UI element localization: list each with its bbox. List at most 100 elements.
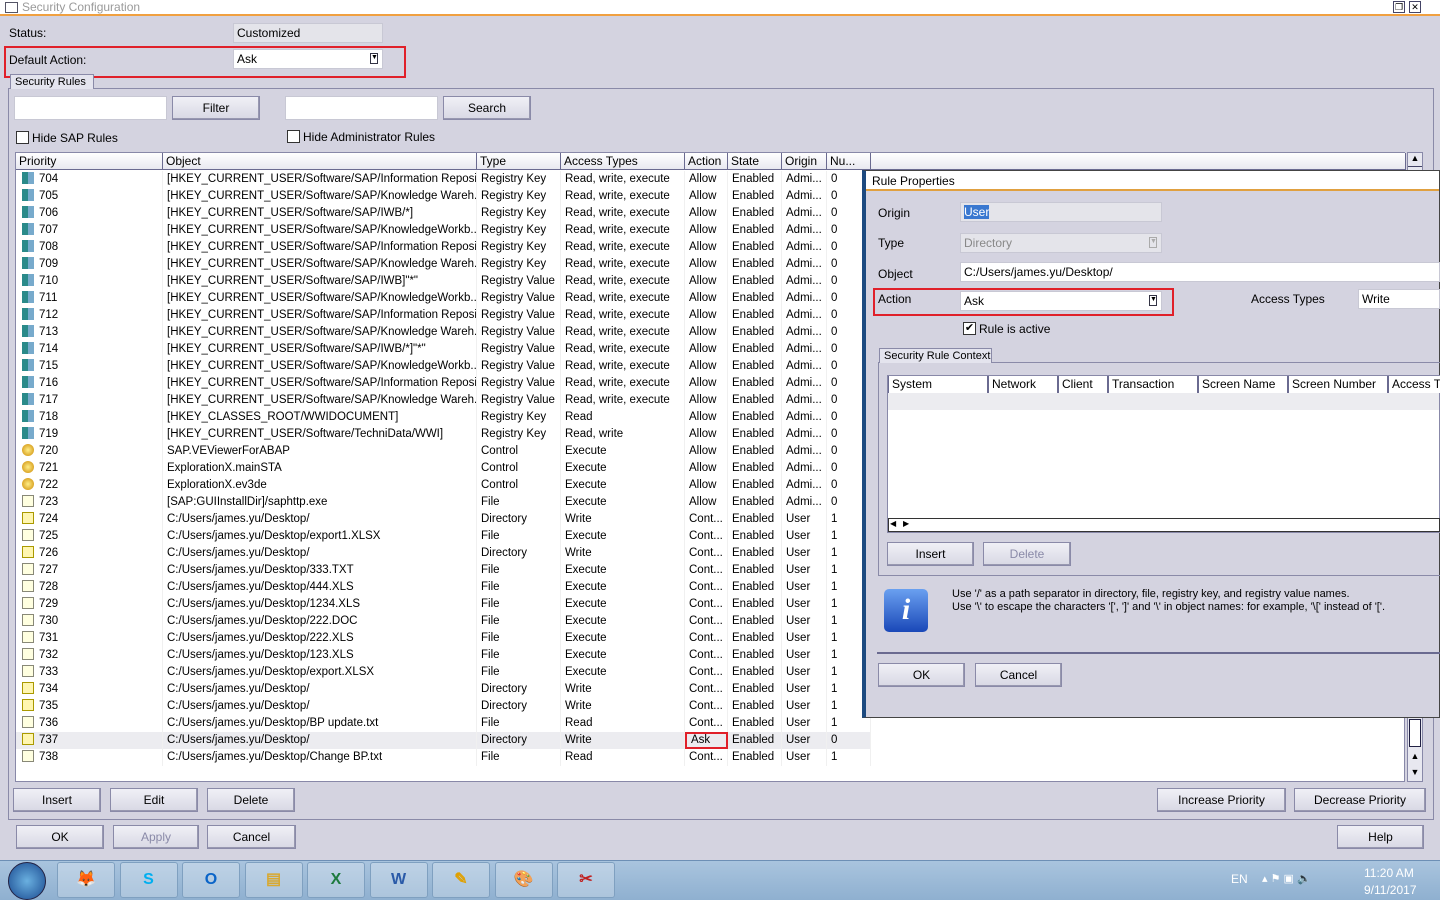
table-row[interactable]: 735 C:/Users/james.yu/Desktop/Directory Wr… bbox=[16, 698, 871, 715]
table-row[interactable]: 706 [HKEY_CURRENT_USER/Software/SAP/IWB/*… bbox=[16, 205, 871, 222]
language-indicator[interactable]: EN bbox=[1231, 872, 1248, 886]
scroll-thumb[interactable] bbox=[1409, 719, 1421, 747]
table-row[interactable]: 711 [HKEY_CURRENT_USER/Software/SAP/Knowl… bbox=[16, 290, 871, 307]
scroll-right-icon[interactable]: ▶ bbox=[903, 519, 909, 528]
table-row[interactable]: 736 C:/Users/james.yu/Desktop/BP update.t… bbox=[16, 715, 871, 732]
restore-button[interactable]: ❐ bbox=[1393, 1, 1405, 13]
table-row[interactable]: 710 [HKEY_CURRENT_USER/Software/SAP/IWB]"… bbox=[16, 273, 871, 290]
context-column-header[interactable]: Client bbox=[1058, 376, 1108, 393]
context-column-header[interactable]: System bbox=[888, 376, 988, 393]
filter-input[interactable] bbox=[14, 96, 167, 120]
context-column-header[interactable]: Access T bbox=[1388, 376, 1440, 393]
scroll-up-small-icon[interactable]: ▲ bbox=[1408, 751, 1422, 765]
table-row[interactable]: 723 [SAP:GUIInstallDir]/saphttp.exe File Ex… bbox=[16, 494, 871, 511]
paint-icon[interactable]: 🎨 bbox=[494, 862, 553, 898]
delete-button[interactable]: Delete bbox=[207, 788, 295, 812]
table-row[interactable]: 734 C:/Users/james.yu/Desktop/Directory Wr… bbox=[16, 681, 871, 698]
tray-icons[interactable]: ▴ ⚑ ▣ 🔈 bbox=[1262, 872, 1311, 885]
skype-icon[interactable]: S bbox=[119, 862, 178, 898]
help-button[interactable]: Help bbox=[1337, 825, 1424, 849]
edit-button[interactable]: Edit bbox=[110, 788, 198, 812]
table-row[interactable]: 727 C:/Users/james.yu/Desktop/333.TXT File… bbox=[16, 562, 871, 579]
table-row[interactable]: 704 [HKEY_CURRENT_USER/Software/SAP/Infor… bbox=[16, 171, 871, 188]
dialog-ok-button[interactable]: OK bbox=[878, 663, 965, 687]
default-action-select[interactable]: Ask ▼ bbox=[233, 49, 383, 69]
column-header-priority[interactable]: Priority bbox=[16, 153, 163, 170]
table-row[interactable]: 729 C:/Users/james.yu/Desktop/1234.XLS Fil… bbox=[16, 596, 871, 613]
dialog-cancel-button[interactable]: Cancel bbox=[975, 663, 1062, 687]
table-row[interactable]: 714 [HKEY_CURRENT_USER/Software/SAP/IWB/*… bbox=[16, 341, 871, 358]
context-empty-row[interactable] bbox=[888, 393, 1439, 410]
column-header-origin[interactable]: Origin bbox=[782, 153, 827, 170]
cancel-button[interactable]: Cancel bbox=[207, 825, 296, 849]
table-row[interactable]: 733 C:/Users/james.yu/Desktop/export.XLSX… bbox=[16, 664, 871, 681]
column-header-access-types[interactable]: Access Types bbox=[561, 153, 685, 170]
start-button[interactable] bbox=[8, 862, 46, 900]
sap-logon-icon[interactable]: ✎ bbox=[432, 862, 490, 898]
table-row[interactable]: 713 [HKEY_CURRENT_USER/Software/SAP/Knowl… bbox=[16, 324, 871, 341]
table-row[interactable]: 717 [HKEY_CURRENT_USER/Software/SAP/Knowl… bbox=[16, 392, 871, 409]
table-row[interactable]: 718 [HKEY_CLASSES_ROOT/WWIDOCUMENT] Regist… bbox=[16, 409, 871, 426]
table-row[interactable]: 715 [HKEY_CURRENT_USER/Software/SAP/Knowl… bbox=[16, 358, 871, 375]
increase-priority-button[interactable]: Increase Priority bbox=[1157, 788, 1286, 812]
table-row[interactable]: 732 C:/Users/james.yu/Desktop/123.XLS File… bbox=[16, 647, 871, 664]
scroll-up-icon[interactable]: ▲ bbox=[1408, 153, 1422, 167]
column-header-action[interactable]: Action bbox=[685, 153, 728, 170]
access-types-field[interactable]: Write bbox=[1358, 289, 1440, 309]
table-row[interactable]: 705 [HKEY_CURRENT_USER/Software/SAP/Knowl… bbox=[16, 188, 871, 205]
table-row[interactable]: 722 ExplorationX.ev3de Control Execute Allow… bbox=[16, 477, 871, 494]
context-insert-button[interactable]: Insert bbox=[887, 542, 974, 566]
search-button[interactable]: Search bbox=[443, 96, 531, 120]
clock-date[interactable]: 9/11/2017 bbox=[1364, 883, 1417, 897]
clock-time[interactable]: 11:20 AM bbox=[1364, 866, 1414, 880]
table-row[interactable]: 707 [HKEY_CURRENT_USER/Software/SAP/Knowl… bbox=[16, 222, 871, 239]
tab-security-rules[interactable]: Security Rules bbox=[10, 74, 94, 89]
context-column-header[interactable]: Network bbox=[988, 376, 1058, 393]
table-row[interactable]: 728 C:/Users/james.yu/Desktop/444.XLS File… bbox=[16, 579, 871, 596]
excel-icon[interactable]: X bbox=[307, 862, 365, 898]
table-row[interactable]: 737 C:/Users/james.yu/Desktop/Directory Wr… bbox=[16, 732, 871, 749]
context-column-header[interactable]: Screen Name bbox=[1198, 376, 1288, 393]
decrease-priority-button[interactable]: Decrease Priority bbox=[1294, 788, 1426, 812]
close-button[interactable]: ✕ bbox=[1409, 1, 1421, 13]
object-input[interactable]: C:/Users/james.yu/Desktop/ bbox=[960, 262, 1440, 282]
column-header-type[interactable]: Type bbox=[477, 153, 561, 170]
table-row[interactable]: 708 [HKEY_CURRENT_USER/Software/SAP/Infor… bbox=[16, 239, 871, 256]
hide-admin-checkbox[interactable] bbox=[287, 130, 300, 143]
table-row[interactable]: 719 [HKEY_CURRENT_USER/Software/TechniDat… bbox=[16, 426, 871, 443]
search-input[interactable] bbox=[285, 96, 438, 120]
tab-security-rule-context[interactable]: Security Rule Context bbox=[879, 348, 992, 363]
table-row[interactable]: 726 C:/Users/james.yu/Desktop/Directory Wr… bbox=[16, 545, 871, 562]
column-header-object[interactable]: Object bbox=[163, 153, 477, 170]
word-icon[interactable]: W bbox=[369, 862, 428, 898]
hide-sap-checkbox[interactable] bbox=[16, 131, 29, 144]
table-row[interactable]: 720 SAP.VEViewerForABAP Control Execute Allo… bbox=[16, 443, 871, 460]
scroll-down-icon[interactable]: ▼ bbox=[1408, 767, 1422, 781]
table-row[interactable]: 712 [HKEY_CURRENT_USER/Software/SAP/Infor… bbox=[16, 307, 871, 324]
context-column-header[interactable]: Transaction bbox=[1108, 376, 1198, 393]
column-header-state[interactable]: State bbox=[728, 153, 782, 170]
horizontal-scrollbar[interactable]: ◀ ▶ bbox=[888, 518, 1440, 532]
file-explorer-icon[interactable]: ▤ bbox=[244, 862, 303, 898]
table-row[interactable]: 716 [HKEY_CURRENT_USER/Software/SAP/Infor… bbox=[16, 375, 871, 392]
type-select[interactable]: Directory ▼ bbox=[960, 233, 1162, 253]
table-row[interactable]: 709 [HKEY_CURRENT_USER/Software/SAP/Knowl… bbox=[16, 256, 871, 273]
snipping-tool-icon[interactable]: ✂ bbox=[557, 862, 615, 898]
table-row[interactable]: 730 C:/Users/james.yu/Desktop/222.DOC File… bbox=[16, 613, 871, 630]
scroll-left-icon[interactable]: ◀ bbox=[890, 519, 896, 528]
apply-button[interactable]: Apply bbox=[113, 825, 199, 849]
action-select[interactable]: Ask ▼ bbox=[960, 291, 1162, 311]
table-row[interactable]: 721 ExplorationX.mainSTA Control Execute All… bbox=[16, 460, 871, 477]
insert-button[interactable]: Insert bbox=[13, 788, 101, 812]
rule-active-checkbox[interactable]: ✔ bbox=[963, 322, 976, 335]
table-row[interactable]: 731 C:/Users/james.yu/Desktop/222.XLS File… bbox=[16, 630, 871, 647]
firefox-icon[interactable]: 🦊 bbox=[57, 862, 115, 898]
context-delete-button[interactable]: Delete bbox=[983, 542, 1071, 566]
table-row[interactable]: 724 C:/Users/james.yu/Desktop/Directory Wr… bbox=[16, 511, 871, 528]
table-row[interactable]: 738 C:/Users/james.yu/Desktop/Change BP.t… bbox=[16, 749, 871, 766]
table-row[interactable]: 725 C:/Users/james.yu/Desktop/export1.XLS… bbox=[16, 528, 871, 545]
ok-button[interactable]: OK bbox=[16, 825, 104, 849]
context-column-header[interactable]: Screen Number bbox=[1288, 376, 1388, 393]
column-header-number[interactable]: Nu... bbox=[827, 153, 871, 170]
outlook-icon[interactable]: O bbox=[182, 862, 240, 898]
